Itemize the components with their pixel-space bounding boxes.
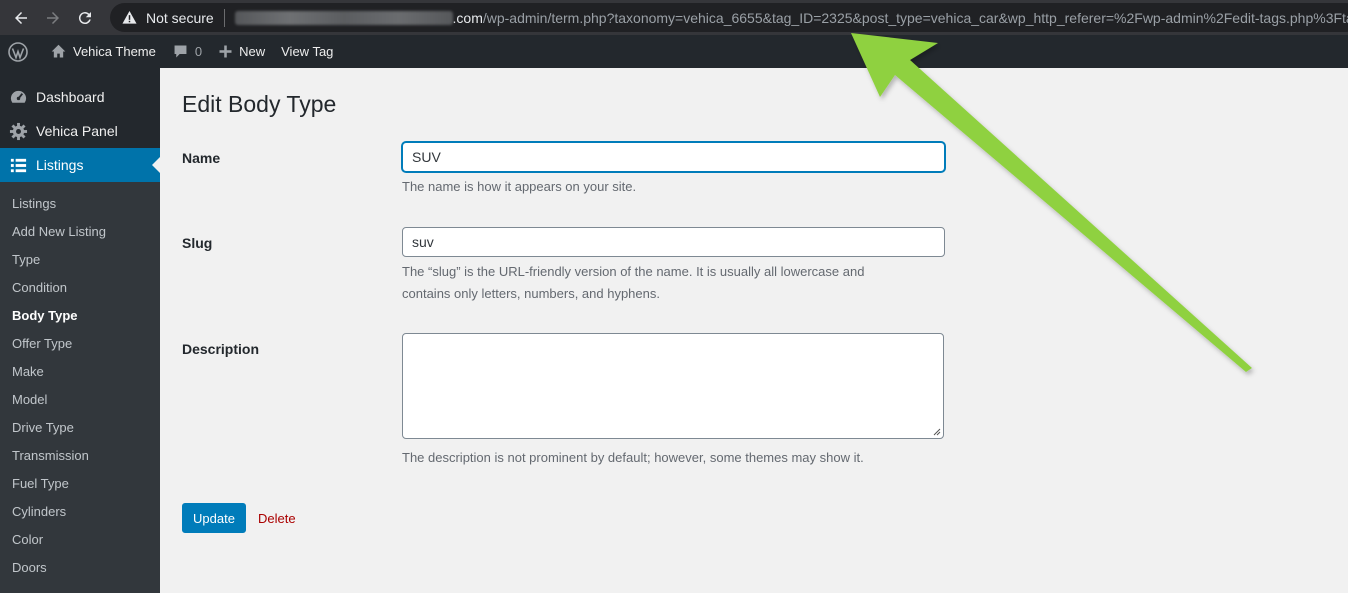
submenu-item-model[interactable]: Model xyxy=(0,385,160,413)
menu-dashboard-label: Dashboard xyxy=(36,89,105,105)
submenu-item-body-type[interactable]: Body Type xyxy=(0,301,160,329)
submenu-item-doors[interactable]: Doors xyxy=(0,553,160,581)
name-label: Name xyxy=(182,150,221,166)
dashboard-icon xyxy=(8,87,28,107)
name-input[interactable]: SUV xyxy=(402,142,945,172)
site-name-link[interactable]: Vehica Theme xyxy=(42,35,164,68)
slug-label: Slug xyxy=(182,235,213,251)
submenu-item-condition[interactable]: Condition xyxy=(0,273,160,301)
admin-sidebar: Dashboard Vehica Panel Listings Listings… xyxy=(0,68,160,593)
blurred-domain xyxy=(234,10,453,25)
site-name: Vehica Theme xyxy=(73,44,156,59)
submenu-item-type[interactable]: Type xyxy=(0,245,160,273)
menu-vehica-panel[interactable]: Vehica Panel xyxy=(0,114,160,148)
menu-dashboard[interactable]: Dashboard xyxy=(0,80,160,114)
slug-help-line-1: The “slug” is the URL-friendly version o… xyxy=(402,264,865,279)
address-divider xyxy=(223,8,225,27)
list-icon xyxy=(8,155,28,175)
slug-input[interactable]: suv xyxy=(402,227,945,257)
update-button[interactable]: Update xyxy=(182,503,246,533)
submenu-item-drive-type[interactable]: Drive Type xyxy=(0,413,160,441)
plus-icon xyxy=(219,45,232,58)
url-domain: .com xyxy=(452,9,483,26)
submenu-item-color[interactable]: Color xyxy=(0,525,160,553)
listings-submenu: Listings Add New Listing Type Condition … xyxy=(0,182,160,593)
new-label: New xyxy=(239,44,266,59)
wordpress-icon xyxy=(8,41,28,62)
submenu-item-cylinders[interactable]: Cylinders xyxy=(0,497,160,525)
reload-icon[interactable] xyxy=(74,7,96,29)
wp-admin-bar: Vehica Theme 0 New View Tag xyxy=(0,35,1348,68)
view-tag-link[interactable]: View Tag xyxy=(273,35,341,68)
back-arrow-icon[interactable] xyxy=(10,7,32,29)
browser-toolbar: Not secure .com/wp-admin/term.php?taxono… xyxy=(0,0,1348,35)
menu-listings-label: Listings xyxy=(36,157,84,173)
comments-count: 0 xyxy=(194,44,203,59)
submenu-item-add-new-listing[interactable]: Add New Listing xyxy=(0,217,160,245)
resize-grip-icon[interactable] xyxy=(933,428,941,436)
name-help-text: The name is how it appears on your site. xyxy=(402,179,637,194)
wordpress-logo[interactable] xyxy=(0,35,42,68)
home-icon xyxy=(51,44,66,58)
page-title: Edit Body Type xyxy=(182,91,337,117)
submenu-item-listings[interactable]: Listings xyxy=(0,189,160,217)
comments-link[interactable]: 0 xyxy=(164,35,210,68)
address-bar[interactable]: Not secure .com/wp-admin/term.php?taxono… xyxy=(110,3,1348,32)
url-text: .com/wp-admin/term.php?taxonomy=vehica_6… xyxy=(453,10,1348,26)
submenu-item-make[interactable]: Make xyxy=(0,357,160,385)
warning-icon xyxy=(122,10,138,26)
description-textarea[interactable] xyxy=(402,333,944,439)
description-help-text: The description is not prominent by defa… xyxy=(402,450,864,465)
url-path: /wp-admin/term.php?taxonomy=vehica_6655&… xyxy=(482,9,1348,26)
description-label: Description xyxy=(182,341,260,357)
view-tag-label: View Tag xyxy=(281,44,334,59)
comment-icon xyxy=(174,45,187,58)
security-status: Not secure xyxy=(145,9,214,26)
gear-icon xyxy=(8,121,28,141)
submenu-item-fuel-type[interactable]: Fuel Type xyxy=(0,469,160,497)
forward-arrow-icon[interactable] xyxy=(42,7,64,29)
new-content-link[interactable]: New xyxy=(210,35,273,68)
menu-listings[interactable]: Listings xyxy=(0,148,160,182)
slug-help-line-2: contains only letters, numbers, and hyph… xyxy=(402,286,660,301)
delete-link[interactable]: Delete xyxy=(258,511,296,526)
menu-vehica-panel-label: Vehica Panel xyxy=(36,123,118,139)
submenu-item-transmission[interactable]: Transmission xyxy=(0,441,160,469)
submenu-item-offer-type[interactable]: Offer Type xyxy=(0,329,160,357)
